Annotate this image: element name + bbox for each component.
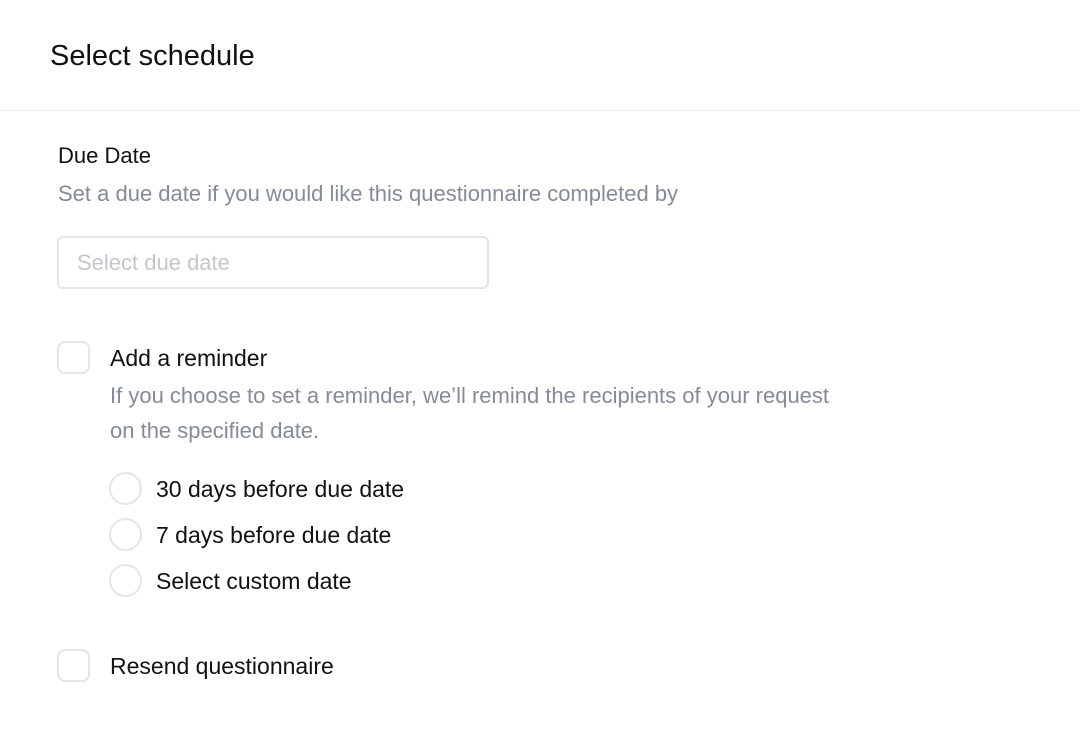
due-date-label: Due Date <box>58 143 151 168</box>
add-reminder-checkbox[interactable] <box>57 341 90 374</box>
add-reminder-label[interactable]: Add a reminder <box>110 343 267 373</box>
reminder-option-30-days-label[interactable]: 30 days before due date <box>156 474 404 504</box>
reminder-option-7-days-label[interactable]: 7 days before due date <box>156 520 391 550</box>
reminder-description: If you choose to set a reminder, we’ll r… <box>110 383 830 443</box>
resend-questionnaire-checkbox[interactable] <box>57 649 90 682</box>
reminder-option-7-days-radio[interactable] <box>109 518 142 551</box>
dialog-header: Select schedule <box>0 0 1080 111</box>
due-date-description: Set a due date if you would like this qu… <box>58 181 679 206</box>
resend-questionnaire-label[interactable]: Resend questionnaire <box>110 651 334 681</box>
reminder-option-30-days-radio[interactable] <box>109 472 142 505</box>
due-date-input[interactable] <box>57 236 489 289</box>
page-title: Select schedule <box>50 40 255 72</box>
reminder-option-custom-date-radio[interactable] <box>109 564 142 597</box>
reminder-option-custom-date-label[interactable]: Select custom date <box>156 566 352 596</box>
